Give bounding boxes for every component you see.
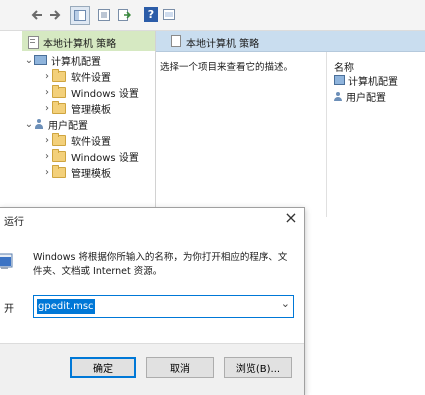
properties-icon[interactable] [96,6,112,23]
dialog-footer: 确定 取消 浏览(B)... [0,343,304,395]
tree-root[interactable]: 本地计算机 策略 [28,34,116,50]
tree-item-windows-settings[interactable]: › Windows 设置 [42,84,139,100]
user-icon [334,91,343,101]
tree-item-label: Windows 设置 [71,88,139,100]
details-header-title: 本地计算机 策略 [186,39,260,50]
chevron-right-icon[interactable]: › [42,87,52,98]
tree-item-label: Windows 设置 [71,152,139,164]
folder-icon [52,148,66,162]
command-input[interactable]: gpedit.msc ⌄ [33,295,294,318]
chevron-down-icon[interactable]: ⌄ [24,55,34,66]
tree-item-label: 计算机配置 [51,56,101,68]
list-item-user-config[interactable]: 用户配置 [334,88,386,104]
chevron-right-icon[interactable]: › [42,135,52,146]
tree-item-label: 用户配置 [48,120,88,132]
details-header: 本地计算机 策略 [156,31,425,52]
view-icon[interactable] [162,6,176,23]
folder-icon [52,132,66,146]
dialog-description: Windows 将根据你所输入的名称，为你打开相应的程序、文件夹、文档或 Int… [33,252,288,277]
back-arrow-icon[interactable] [30,6,44,23]
description-pane: 选择一个项目来查看它的描述。 [156,52,327,217]
policy-icon [28,35,39,49]
browse-button[interactable]: 浏览(B)... [224,357,292,378]
ok-button[interactable]: 确定 [70,357,136,378]
folder-icon [52,68,66,82]
forward-arrow-icon[interactable] [48,6,62,23]
help-icon[interactable]: ? [144,7,158,22]
run-app-icon [0,253,13,270]
dialog-title: 运行 [4,217,24,228]
tree-root-label: 本地计算机 策略 [43,38,117,50]
tree-item-windows-settings-user[interactable]: › Windows 设置 [42,148,139,164]
toolbar: ? [0,0,425,31]
tree-item-software-settings[interactable]: › 软件设置 [42,68,111,84]
tree-item-computer-config[interactable]: ⌄ 计算机配置 [24,52,101,68]
tree-item-software-settings-user[interactable]: › 软件设置 [42,132,111,148]
run-dialog: 运行 × Windows 将根据你所输入的名称，为你打开相应的程序、文件夹、文档… [0,207,305,395]
policy-icon [171,35,181,47]
chevron-right-icon[interactable]: › [42,103,52,114]
folder-icon [52,100,66,114]
tree-item-label: 管理模板 [71,104,111,116]
tree-item-label: 软件设置 [71,136,111,148]
chevron-right-icon[interactable]: › [42,71,52,82]
tree-pane: 本地计算机 策略 ⌄ 计算机配置 › 软件设置 › Windows 设置 › 管… [22,31,156,217]
list-item-label: 计算机配置 [348,76,398,88]
command-input-value: gpedit.msc [37,299,95,314]
chevron-down-icon[interactable]: ⌄ [24,119,34,130]
tree-item-admin-templates-user[interactable]: › 管理模板 [42,164,111,180]
dropdown-icon[interactable]: ⌄ [281,297,290,310]
tree-item-label: 软件设置 [71,72,111,84]
computer-icon [34,55,47,65]
list-item-label: 用户配置 [346,92,386,104]
folder-icon [52,84,66,98]
tree-item-user-config[interactable]: ⌄ 用户配置 [24,116,88,132]
show-tree-icon[interactable] [70,6,90,25]
close-icon[interactable]: × [281,208,301,227]
computer-icon [334,75,345,85]
open-label: 开 [4,304,14,315]
cancel-button[interactable]: 取消 [146,357,214,378]
export-icon[interactable] [116,6,132,23]
description-prompt: 选择一个项目来查看它的描述。 [160,62,294,73]
chevron-right-icon[interactable]: › [42,167,52,178]
tree-item-admin-templates[interactable]: › 管理模板 [42,100,111,116]
tree-item-label: 管理模板 [71,168,111,180]
chevron-right-icon[interactable]: › [42,151,52,162]
list-item-computer-config[interactable]: 计算机配置 [334,72,398,88]
folder-icon [52,164,66,178]
details-pane: 本地计算机 策略 选择一个项目来查看它的描述。 名称 计算机配置 用户配置 [156,31,425,217]
user-icon [34,119,44,129]
